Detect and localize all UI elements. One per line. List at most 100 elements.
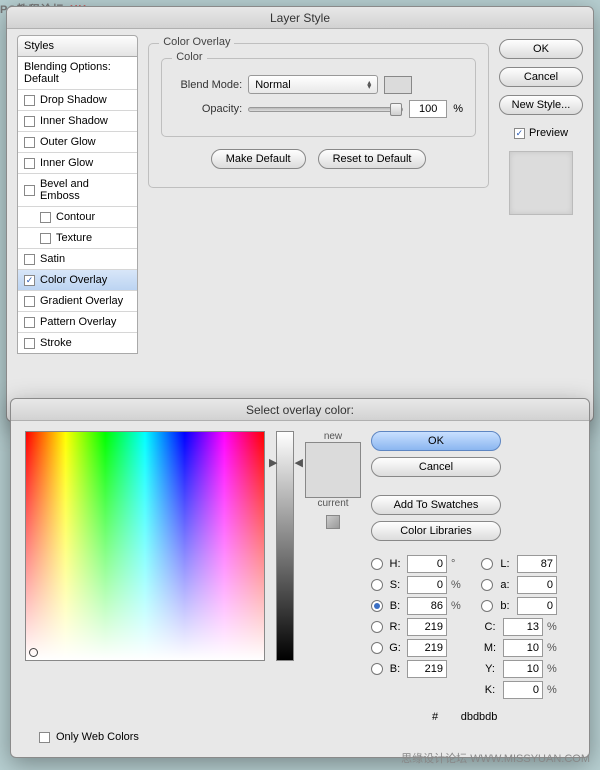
style-checkbox[interactable] — [24, 317, 35, 328]
labb-field[interactable]: 0 — [517, 597, 557, 615]
current-label: current — [317, 498, 348, 509]
k-field[interactable]: 0 — [503, 681, 543, 699]
style-item-stroke[interactable]: Stroke — [18, 333, 137, 353]
opacity-label: Opacity: — [174, 103, 242, 115]
styles-panel: Styles Blending Options: Default Drop Sh… — [17, 35, 138, 407]
preview-checkbox[interactable] — [514, 128, 525, 139]
hex-field[interactable]: dbdbdb — [444, 711, 514, 723]
style-label: Gradient Overlay — [40, 295, 123, 307]
styles-list: Blending Options: Default Drop Shadow Inn… — [17, 57, 138, 354]
style-checkbox[interactable] — [24, 116, 35, 127]
bar-pointer[interactable]: ▶◀ — [269, 456, 303, 469]
new-style-button[interactable]: New Style... — [499, 95, 583, 115]
style-item-outer-glow[interactable]: Outer Glow — [18, 132, 137, 153]
style-checkbox[interactable] — [40, 233, 51, 244]
m-field[interactable]: 10 — [503, 639, 543, 657]
style-item-texture[interactable]: Texture — [18, 228, 137, 249]
style-item-color-overlay[interactable]: Color Overlay — [18, 270, 137, 291]
color-picker-title: Select overlay color: — [11, 399, 589, 421]
style-checkbox[interactable] — [24, 338, 35, 349]
radio-a[interactable] — [481, 579, 493, 591]
hash-label: # — [432, 711, 438, 723]
bval-field[interactable]: 86 — [407, 597, 447, 615]
add-swatches-button[interactable]: Add To Swatches — [371, 495, 501, 515]
color-libraries-button[interactable]: Color Libraries — [371, 521, 501, 541]
style-label: Color Overlay — [40, 274, 107, 286]
picker-cancel-button[interactable]: Cancel — [371, 457, 501, 477]
radio-r[interactable] — [371, 621, 383, 633]
style-item-bevel-and-emboss[interactable]: Bevel and Emboss — [18, 174, 137, 207]
g-field[interactable]: 219 — [407, 639, 447, 657]
style-label: Satin — [40, 253, 65, 265]
slider-thumb[interactable] — [390, 103, 402, 116]
style-checkbox[interactable] — [24, 185, 35, 196]
spectrum-cursor[interactable] — [29, 648, 38, 657]
style-label: Texture — [56, 232, 92, 244]
style-item-inner-shadow[interactable]: Inner Shadow — [18, 111, 137, 132]
picker-ok-button[interactable]: OK — [371, 431, 501, 451]
style-item-pattern-overlay[interactable]: Pattern Overlay — [18, 312, 137, 333]
y-field[interactable]: 10 — [503, 660, 543, 678]
style-checkbox[interactable] — [24, 296, 35, 307]
brightness-bar[interactable]: ▶◀ — [276, 431, 294, 661]
blend-mode-select[interactable]: Normal▴▾ — [248, 75, 378, 94]
style-checkbox[interactable] — [24, 275, 35, 286]
preview-swatch — [509, 151, 573, 215]
radio-h[interactable] — [371, 558, 383, 570]
blending-options-row[interactable]: Blending Options: Default — [18, 57, 137, 90]
a-field[interactable]: 0 — [517, 576, 557, 594]
rgbb-field[interactable]: 219 — [407, 660, 447, 678]
style-checkbox[interactable] — [24, 95, 35, 106]
preview-label: Preview — [529, 127, 568, 139]
style-label: Drop Shadow — [40, 94, 107, 106]
style-item-gradient-overlay[interactable]: Gradient Overlay — [18, 291, 137, 312]
radio-b[interactable] — [371, 600, 383, 612]
color-values: H:0° L:87 S:0% a:0 B:86% b:0 R:219 C:13%… — [371, 555, 575, 699]
make-default-button[interactable]: Make Default — [211, 149, 306, 169]
watermark-bottom: 思缘设计论坛 WWW.MISSYUAN.COM — [401, 750, 590, 766]
new-label: new — [324, 431, 342, 442]
layer-style-right: OK Cancel New Style... Preview — [499, 35, 583, 407]
cancel-button[interactable]: Cancel — [499, 67, 583, 87]
reset-default-button[interactable]: Reset to Default — [318, 149, 427, 169]
style-item-inner-glow[interactable]: Inner Glow — [18, 153, 137, 174]
l-field[interactable]: 87 — [517, 555, 557, 573]
c-field[interactable]: 13 — [503, 618, 543, 636]
style-item-contour[interactable]: Contour — [18, 207, 137, 228]
style-checkbox[interactable] — [24, 158, 35, 169]
opacity-unit: % — [453, 103, 463, 115]
group-color: Color — [172, 51, 206, 63]
group-color-overlay: Color Overlay — [159, 36, 234, 48]
color-spectrum[interactable] — [25, 431, 265, 661]
color-overlay-options: Color Overlay Color Blend Mode: Normal▴▾… — [148, 35, 489, 407]
radio-labb[interactable] — [481, 600, 493, 612]
style-label: Inner Glow — [40, 157, 93, 169]
layer-style-title: Layer Style — [7, 7, 593, 29]
radio-s[interactable] — [371, 579, 383, 591]
h-field[interactable]: 0 — [407, 555, 447, 573]
radio-l[interactable] — [481, 558, 493, 570]
ok-button[interactable]: OK — [499, 39, 583, 59]
style-checkbox[interactable] — [24, 137, 35, 148]
blend-mode-label: Blend Mode: — [174, 79, 242, 91]
s-field[interactable]: 0 — [407, 576, 447, 594]
styles-header[interactable]: Styles — [17, 35, 138, 57]
layer-style-dialog: Layer Style Styles Blending Options: Def… — [6, 6, 594, 422]
color-picker-dialog: Select overlay color: ▶◀ new current OK … — [10, 398, 590, 758]
style-item-drop-shadow[interactable]: Drop Shadow — [18, 90, 137, 111]
radio-bb[interactable] — [371, 663, 383, 675]
style-label: Inner Shadow — [40, 115, 108, 127]
cube-icon[interactable] — [326, 515, 340, 529]
overlay-color-swatch[interactable] — [384, 76, 412, 94]
style-checkbox[interactable] — [24, 254, 35, 265]
radio-g[interactable] — [371, 642, 383, 654]
style-checkbox[interactable] — [40, 212, 51, 223]
r-field[interactable]: 219 — [407, 618, 447, 636]
only-web-checkbox[interactable] — [39, 732, 50, 743]
style-label: Stroke — [40, 337, 72, 349]
style-item-satin[interactable]: Satin — [18, 249, 137, 270]
opacity-slider[interactable] — [248, 107, 403, 112]
new-current-swatch[interactable] — [305, 442, 361, 498]
opacity-field[interactable]: 100 — [409, 100, 447, 118]
style-label: Contour — [56, 211, 95, 223]
